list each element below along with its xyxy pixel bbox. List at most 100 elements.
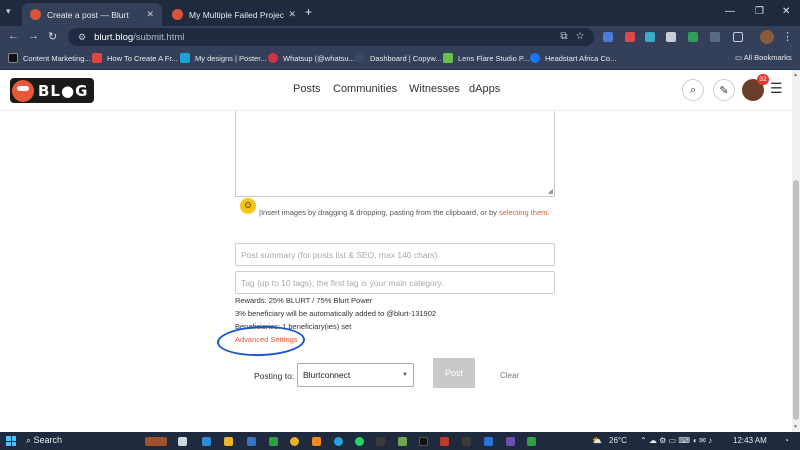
app-icon[interactable] [440,437,449,446]
select-images-link[interactable]: selecting them [499,208,547,217]
dropdown-caret-icon: ▼ [402,372,408,378]
tab-title: My Multiple Failed Project Pt1 [189,9,285,20]
blurt-favicon-icon [30,9,41,20]
taskbar-widget-icon[interactable] [145,437,167,446]
app-icon[interactable] [269,437,278,446]
all-bookmarks-label: All Bookmarks [743,53,792,62]
whatsapp-icon[interactable] [355,437,364,446]
minimize-icon[interactable]: — [725,6,735,17]
tab-search-icon[interactable]: ▾ [6,6,11,17]
logo-text: BL●G [38,81,89,100]
tab-failed-project[interactable]: My Multiple Failed Project Pt1 ✕ [164,3,304,26]
app-icon[interactable] [484,437,493,446]
site-info-icon[interactable]: ⚙ [78,32,86,43]
bookmark-star-icon[interactable]: ⧉ ☆ [560,31,584,42]
beneficiary-note: 3% beneficiary will be automatically add… [235,309,437,318]
new-tab-icon[interactable]: + [305,5,312,19]
browser-menu-icon[interactable]: ⋮ [782,30,793,43]
store-icon[interactable] [247,437,256,446]
notification-badge: 32 [757,74,769,85]
app-icon[interactable] [462,437,471,446]
extensions-puzzle-icon[interactable] [733,32,743,42]
bookmark-item[interactable]: Whatsup (@whatsu... [268,53,355,63]
weather-icon[interactable]: ⛅ [592,436,602,445]
bookmark-item[interactable]: Lens Flare Studio P... [443,53,529,63]
edge-icon[interactable] [202,437,211,446]
bookmark-item[interactable]: My designs | Poster... [180,53,267,63]
vlc-icon[interactable] [312,437,321,446]
translate-extension-icon[interactable] [603,32,613,42]
app-icon[interactable] [506,437,515,446]
bookmark-icon [530,53,540,63]
scrollbar-thumb[interactable] [793,180,799,420]
browser-toolbar: ← → ↻ ⚙ blurt.blog/submit.html ⧉ ☆ ⋮ [0,26,800,48]
restore-icon[interactable]: ❐ [755,6,764,17]
nav-posts[interactable]: Posts [293,83,321,95]
close-icon[interactable]: ✕ [288,9,296,20]
url-path: /submit.html [133,31,185,43]
advanced-settings-link[interactable]: Advanced Settings [235,335,298,344]
telegram-icon[interactable] [334,437,343,446]
post-button[interactable]: Post [433,358,475,388]
drop-end: . [547,208,550,217]
post-summary-input[interactable] [235,243,555,266]
weather-temp[interactable]: 26°C [609,436,627,445]
address-bar[interactable]: ⚙ blurt.blog/submit.html ⧉ ☆ [68,28,594,46]
tray-icons[interactable]: ⌃ ☁ ⚙ ▭ ⌨ ◖ ✉ ♪ [640,436,712,445]
tags-input[interactable] [235,271,555,294]
all-bookmarks[interactable]: ▭ All Bookmarks [735,53,792,62]
scroll-down-icon[interactable]: ▼ [793,424,798,430]
file-explorer-icon[interactable] [224,437,233,446]
emoji-picker-icon[interactable]: ☺ [240,198,256,214]
community-select[interactable]: Blurtconnect ▼ [297,363,414,387]
search-icon[interactable]: ⌕ [682,79,704,101]
post-body-editor[interactable]: ◢ [235,111,555,197]
bookmark-label: Lens Flare Studio P... [458,53,530,63]
pencil-icon[interactable]: ✎ [713,79,735,101]
bookmark-item[interactable]: Content Marketing... [8,53,91,63]
scroll-up-icon[interactable]: ▲ [793,72,798,78]
extension-icon[interactable] [710,32,720,42]
notifications-icon[interactable]: ◔ [784,436,789,445]
app-icon[interactable] [527,437,536,446]
hamburger-menu-icon[interactable]: ☰ [770,80,783,97]
extension-icon[interactable] [625,32,635,42]
blurt-favicon-icon [172,9,183,20]
tab-create-post[interactable]: Create a post — Blurt ✕ [22,3,162,26]
close-icon[interactable]: ✕ [146,9,154,20]
extension-icon[interactable] [666,32,676,42]
bookmark-icon [443,53,453,63]
app-icon[interactable] [376,437,385,446]
extension-icon[interactable] [688,32,698,42]
window-close-icon[interactable]: ✕ [782,6,790,17]
back-icon[interactable]: ← [8,30,19,42]
chrome-icon[interactable] [290,437,299,446]
nav-dapps[interactable]: dApps [469,83,500,95]
browser-tab-strip: ▾ Create a post — Blurt ✕ My Multiple Fa… [0,0,800,26]
nav-communities[interactable]: Communities [333,83,397,95]
beneficiaries-text: Beneficiaries: 1 beneficiary(ies) set [235,322,352,331]
windows-start-icon[interactable] [6,436,16,446]
bookmark-label: Whatsup (@whatsu... [283,53,355,63]
nav-witnesses[interactable]: Witnesses [409,83,460,95]
site-header: BL●G Posts Communities Witnesses dApps ⌕… [0,70,792,111]
blurt-logo[interactable]: BL●G [10,78,94,103]
clear-button[interactable]: Clear [500,371,519,380]
reload-icon[interactable]: ↻ [48,30,57,43]
bookmark-item[interactable]: Headstart Africa Co... [530,53,616,63]
bookmark-label: My designs | Poster... [195,53,267,63]
drop-text: Insert images by dragging & dropping, pa… [260,208,497,217]
posting-to-label: Posting to: [254,371,295,381]
extension-icon[interactable] [645,32,655,42]
taskbar-search[interactable]: ⌕ Search [26,435,62,446]
tiktok-icon[interactable] [419,437,428,446]
forward-icon[interactable]: → [28,30,39,42]
clock[interactable]: 12:43 AM [733,436,767,445]
profile-avatar[interactable] [760,30,774,44]
bookmark-label: Headstart Africa Co... [545,53,617,63]
resize-handle-icon[interactable]: ◢ [548,187,553,195]
task-view-icon[interactable] [178,437,187,446]
bookmark-item[interactable]: Dashboard | Copyw... [355,53,442,63]
bookmark-item[interactable]: How To Create A Fr... [92,53,178,63]
app-icon[interactable] [398,437,407,446]
